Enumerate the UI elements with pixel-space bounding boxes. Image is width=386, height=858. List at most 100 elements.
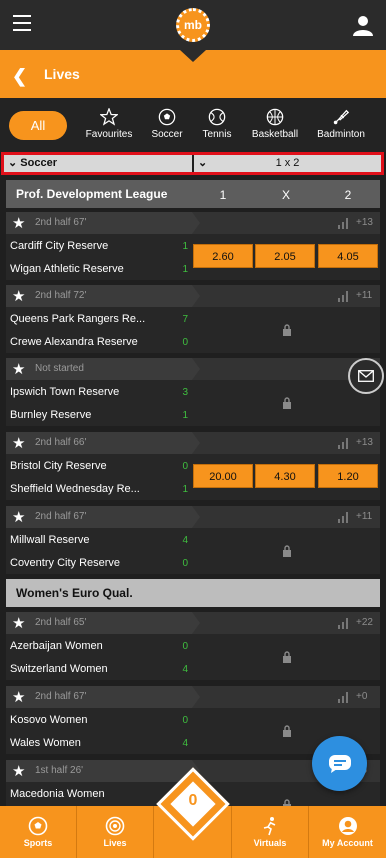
favourite-star-icon[interactable]: ★ [12,214,25,232]
app-root: mb ❮ Lives All Favourites Soccer Tennis … [0,0,386,858]
favourite-star-icon[interactable]: ★ [12,762,25,780]
odds-button[interactable]: 20.00 [193,464,253,488]
odds-button[interactable]: 4.30 [255,464,315,488]
stats-icon[interactable] [338,618,350,629]
chat-icon [328,754,351,773]
odds-button[interactable]: 1.20 [318,464,378,488]
favourite-star-icon[interactable]: ★ [12,508,25,526]
nav-sports[interactable]: Sports [0,806,77,858]
chat-button[interactable] [312,736,367,791]
away-score: 4 [182,664,188,675]
match-card[interactable]: ★ 2nd half 65' +22 Azerbaijan Women 0 Switzer… [6,612,380,680]
more-markets-count[interactable]: +13 [356,217,373,228]
home-team: Cardiff City Reserve [10,240,109,252]
favourite-star-icon[interactable]: ★ [12,360,25,378]
shuttlecock-icon [333,109,350,125]
away-score: 0 [182,337,188,348]
odds-button[interactable]: 2.05 [255,244,315,268]
league-header: Prof. Development League 1 X 2 [6,180,380,208]
away-team: Crewe Alexandra Reserve [10,336,138,348]
tab-soccer[interactable]: Soccer [146,108,188,148]
back-chevron-icon[interactable]: ❮ [12,66,27,87]
away-team: Switzerland Women [10,663,108,675]
lock-icon [283,397,291,409]
favourite-star-icon[interactable]: ★ [12,688,25,706]
match-status-bar: ★ 2nd half 65' +22 [6,612,380,634]
favourite-star-icon[interactable]: ★ [12,614,25,632]
nav-virtuals[interactable]: Virtuals [232,806,309,858]
more-markets-count[interactable]: +22 [356,617,373,628]
match-status: 2nd half 66' [35,437,87,448]
nav-my-account[interactable]: My Account [309,806,386,858]
message-envelope-button[interactable] [348,358,384,394]
stats-icon[interactable] [338,438,350,449]
tab-favourites[interactable]: Favourites [80,108,138,148]
away-score: 1 [182,264,188,275]
match-status: Not started [35,363,84,374]
home-team: Kosovo Women [10,714,88,726]
tab-all[interactable]: All [9,111,67,140]
market-dropdown[interactable]: ⌄ 1 x 2 [194,155,381,172]
markets-segment [192,432,380,454]
more-markets-count[interactable]: +11 [356,511,372,522]
segment-arrow [192,686,200,708]
tab-badminton[interactable]: Badminton [313,108,369,148]
nav-label: Lives [103,838,127,848]
home-score: 0 [182,461,188,472]
segment-arrow [192,506,200,528]
hamburger-menu-icon[interactable] [13,15,31,31]
stats-icon[interactable] [338,692,350,703]
user-icon[interactable] [352,14,374,36]
match-card[interactable]: ★ 2nd half 66' +13 Bristol City Reserve 0 She… [6,432,380,500]
home-team: Ipswich Town Reserve [10,386,120,398]
stats-icon[interactable] [338,512,350,523]
runner-icon [263,817,276,836]
league-name: Prof. Development League [16,187,168,201]
column-x-label: X [281,188,290,202]
match-card[interactable]: ★ 2nd half 67' +13 Cardiff City Reserve 1 Wig… [6,212,380,280]
match-status-bar: ★ 2nd half 67' +11 [6,506,380,528]
match-card[interactable]: ★ 2nd half 67' +11 Millwall Reserve 4 Coventr… [6,506,380,574]
league-header: Women's Euro Qual. [6,579,380,607]
match-card[interactable]: ★ Not started Ipswich Town Reserve 3 Burnley… [6,358,380,426]
segment-arrow [192,432,200,454]
tab-label: Basketball [251,129,299,140]
tab-label: Badminton [317,129,365,140]
sport-tabs: All Favourites Soccer Tennis Basketball … [0,98,386,152]
markets-segment [192,285,380,307]
home-score: 7 [182,314,188,325]
more-markets-count[interactable]: +0 [356,691,367,702]
soccer-ball-icon [28,816,48,836]
match-status: 2nd half 67' [35,691,87,702]
more-markets-count[interactable]: +13 [356,437,373,448]
home-team: Bristol City Reserve [10,460,107,472]
segment-arrow [192,212,200,234]
tennis-ball-icon [208,108,226,126]
favourite-star-icon[interactable]: ★ [12,434,25,452]
match-card[interactable]: ★ 2nd half 72' +11 Queens Park Rangers Re..… [6,285,380,353]
odds-button[interactable]: 2.60 [193,244,253,268]
away-score: 1 [182,484,188,495]
stats-icon[interactable] [338,291,350,302]
match-teams: Azerbaijan Women 0 Switzerland Women 4 [6,634,380,680]
tab-basketball[interactable]: Basketball [247,108,303,148]
home-team: Azerbaijan Women [10,640,103,652]
brand-logo[interactable]: mb [176,8,210,42]
sport-dropdown[interactable]: ⌄ Soccer [4,155,194,172]
stats-icon[interactable] [338,218,350,229]
home-team: Queens Park Rangers Re... [10,313,146,325]
more-markets-count[interactable]: +11 [356,290,372,301]
away-team: Coventry City Reserve [10,557,121,569]
lock-icon [283,545,291,557]
logo-text: mb [184,18,202,32]
favourite-star-icon[interactable]: ★ [12,287,25,305]
odds-button[interactable]: 4.05 [318,244,378,268]
match-status-bar: ★ Not started [6,358,380,380]
sport-dropdown-value: Soccer [20,157,57,169]
nav-label: Sports [23,838,53,848]
nav-label: Virtuals [253,838,287,848]
column-2-label: 2 [344,188,352,202]
nav-lives[interactable]: Lives [77,806,154,858]
segment-arrow [192,612,200,634]
tab-tennis[interactable]: Tennis [196,108,238,148]
